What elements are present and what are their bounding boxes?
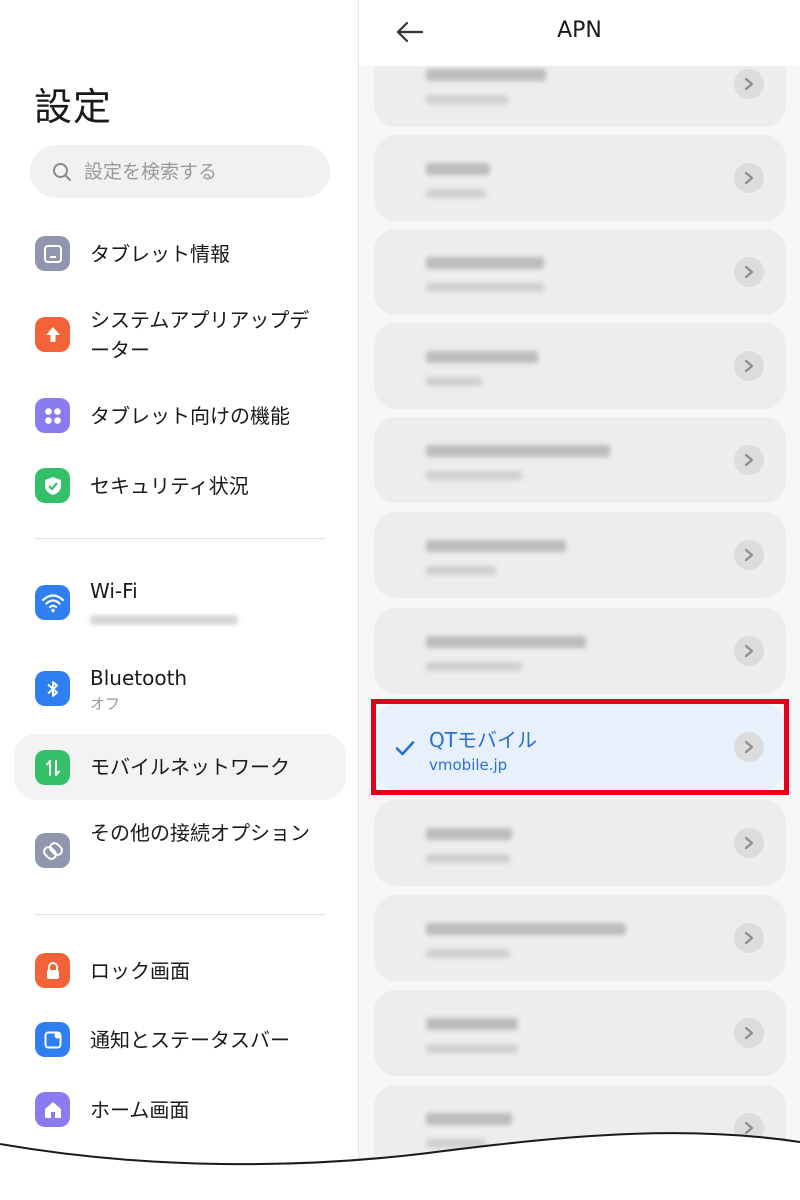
item-label: モバイルネットワーク (90, 755, 290, 779)
apn-item-blurred[interactable] (374, 990, 786, 1076)
settings-pane: 設定 タブレット情報 システムアプリアップデーター タブレット向けの機能 セキュ… (0, 0, 358, 1200)
apn-item-blurred[interactable] (374, 512, 786, 598)
chevron-right-icon (734, 1018, 764, 1048)
bluetooth-icon (35, 671, 70, 706)
item-label: Wi-Fi (90, 579, 138, 603)
chevron-right-icon (734, 828, 764, 858)
wifi-icon (35, 585, 70, 620)
settings-item-security-status[interactable]: セキュリティ状況 (14, 458, 346, 514)
wifi-network-name-blurred (90, 615, 238, 625)
search-bar[interactable] (30, 145, 330, 198)
chevron-right-icon (734, 257, 764, 287)
item-label: Bluetooth (90, 666, 188, 690)
apn-item-blurred[interactable] (374, 229, 786, 315)
settings-item-tablet-info[interactable]: タブレット情報 (14, 226, 346, 282)
item-label: その他の接続オプション (90, 821, 310, 845)
item-label: ロック画面 (90, 959, 190, 983)
item-label: タブレット情報 (90, 242, 230, 266)
chevron-right-icon (734, 923, 764, 953)
apn-item-blurred[interactable] (374, 323, 786, 409)
item-label: タブレット向けの機能 (90, 404, 290, 428)
settings-item-lock-screen[interactable]: ロック画面 (14, 944, 346, 1000)
tablet-icon (35, 236, 70, 271)
lock-icon (35, 953, 70, 988)
apn-item-blurred[interactable] (374, 895, 786, 981)
bluetooth-status: オフ (90, 695, 121, 713)
chevron-right-icon (734, 69, 764, 99)
shield-check-icon (35, 468, 70, 503)
settings-item-notifications[interactable]: 通知とステータスバー (14, 1012, 346, 1068)
chevron-right-icon (734, 445, 764, 475)
item-label: システムアプリアップデーター (90, 308, 310, 362)
link-icon (35, 833, 70, 868)
settings-item-other-connections[interactable]: その他の接続オプション (14, 818, 346, 888)
apn-item-blurred[interactable] (374, 608, 786, 694)
grid-dots-icon (35, 398, 70, 433)
settings-item-mobile-network[interactable]: モバイルネットワーク (14, 734, 346, 800)
chevron-right-icon (734, 636, 764, 666)
settings-item-wifi[interactable]: Wi-Fi (14, 572, 346, 634)
apn-item-blurred[interactable] (374, 417, 786, 503)
apn-title: APN (557, 18, 602, 43)
settings-item-system-app-updater[interactable]: システムアプリアップデーター (14, 300, 346, 370)
apn-item-blurred[interactable] (374, 135, 786, 221)
item-label: セキュリティ状況 (90, 474, 249, 498)
chevron-right-icon (734, 163, 764, 193)
notification-icon (35, 1022, 70, 1057)
torn-edge (0, 1132, 800, 1200)
search-input[interactable] (84, 160, 314, 183)
apn-pane: APN QTモバイル vmobile.jp (359, 0, 800, 1200)
settings-item-tablet-features[interactable]: タブレット向けの機能 (14, 388, 346, 444)
mobile-data-icon (35, 750, 70, 785)
chevron-right-icon (734, 351, 764, 381)
settings-item-bluetooth[interactable]: Bluetooth オフ (14, 660, 346, 722)
item-label: 通知とステータスバー (90, 1028, 290, 1052)
section-divider (34, 538, 326, 539)
chevron-right-icon (734, 540, 764, 570)
apn-item-blurred[interactable] (374, 800, 786, 886)
search-icon (53, 162, 71, 181)
upload-arrow-icon (35, 317, 70, 352)
page-title: 設定 (34, 85, 113, 129)
section-divider (34, 914, 326, 915)
highlight-box (371, 699, 789, 795)
apn-header: APN (359, 0, 800, 66)
